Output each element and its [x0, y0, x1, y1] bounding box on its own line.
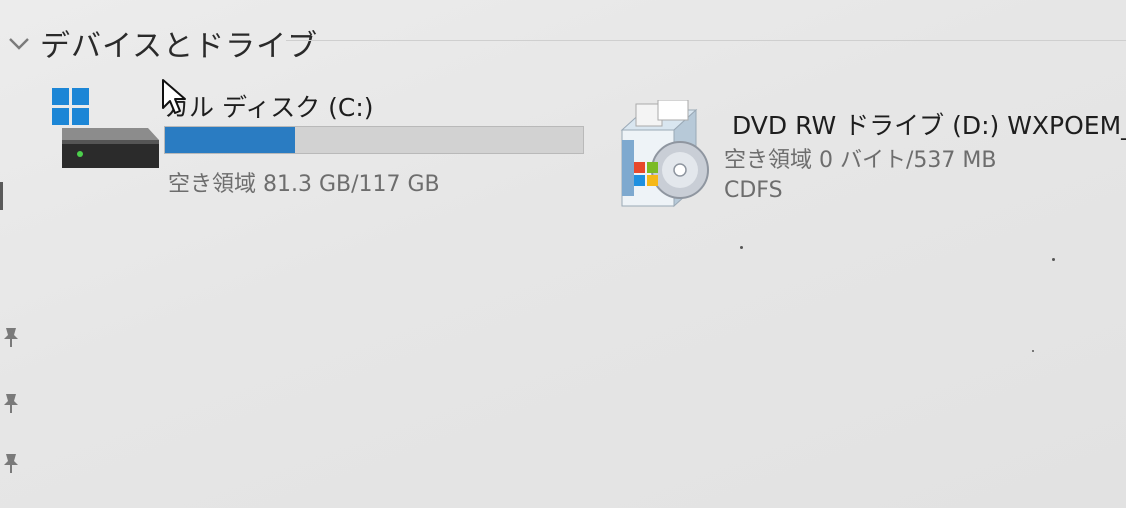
section-header-devices-drives[interactable]: デバイスとドライブ: [4, 18, 318, 68]
speck: [1052, 258, 1055, 261]
drive-name-d[interactable]: DVD RW ドライブ (D:) WXPOEM_JA: [732, 106, 1126, 142]
section-divider: [286, 40, 1126, 41]
pin-icon[interactable]: [0, 326, 22, 348]
usage-bar-c: [164, 126, 584, 154]
free-space-d: 空き領域 0 バイト/537 MB: [724, 148, 997, 173]
filesystem-d: CDFS: [724, 178, 783, 203]
dvd-setup-icon: [620, 100, 709, 208]
free-space-c: 空き領域 81.3 GB/117 GB: [168, 172, 440, 197]
section-title: デバイスとドライブ: [40, 29, 319, 64]
speck: [1032, 350, 1034, 352]
usage-bar-fill-c: [165, 127, 295, 153]
speck: [740, 246, 743, 249]
windows-drive-icon: [52, 88, 159, 168]
drive-item-d[interactable]: DVD RW ドライブ (D:) WXPOEM_JA 空き領域 0 バイト/53…: [612, 100, 1126, 220]
chevron-down-icon[interactable]: [4, 28, 34, 58]
drive-item-c[interactable]: カル ディスク (C:) 空き領域 81.3 GB/117 GB: [40, 82, 600, 202]
pin-icon[interactable]: [0, 452, 22, 474]
pin-icon[interactable]: [0, 392, 22, 414]
arrow-cursor-icon: [162, 79, 186, 114]
edge-mark: [0, 182, 5, 210]
